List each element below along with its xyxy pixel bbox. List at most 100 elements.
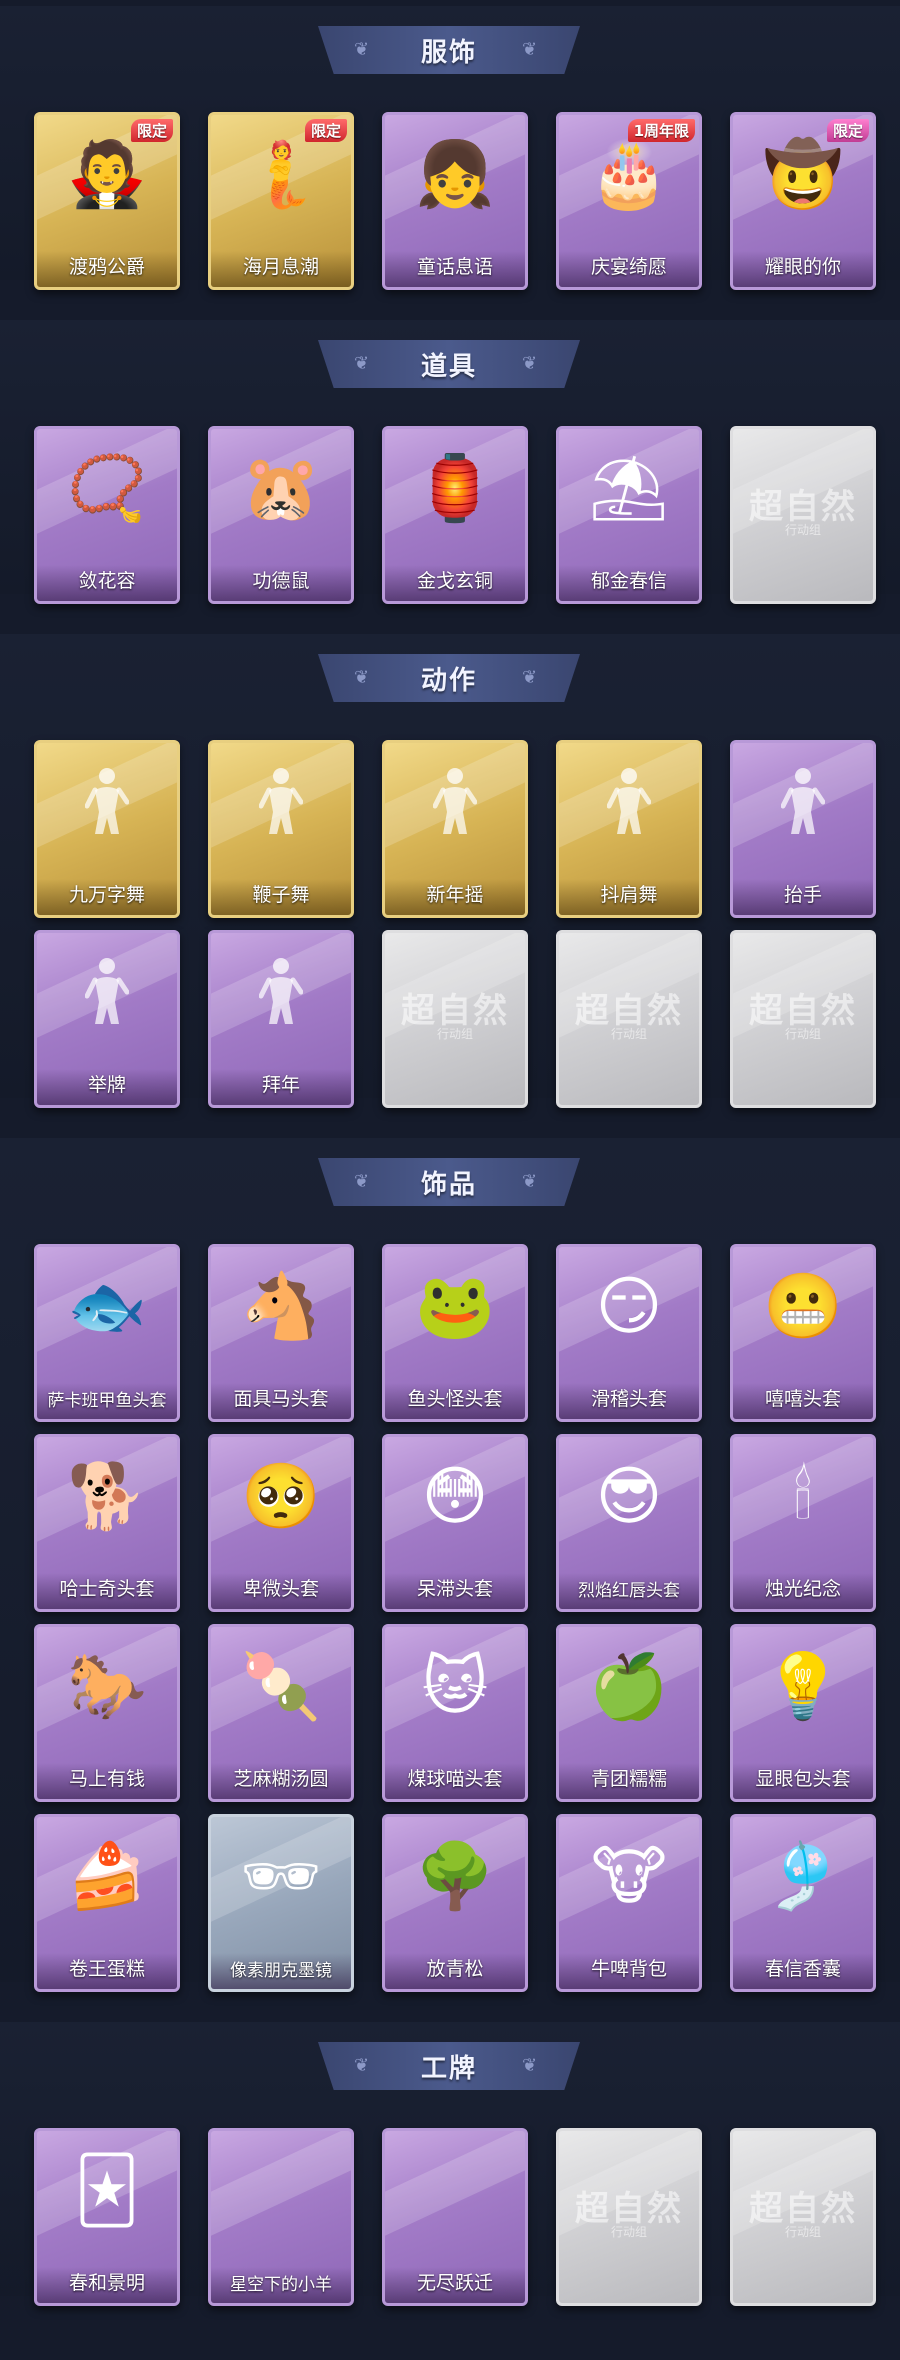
reward-card[interactable]: ⛱ 郁金春信 <box>556 426 702 604</box>
fish-mask-icon: 🐟 <box>67 1270 147 1344</box>
section-title: 饰品 <box>420 1169 477 1200</box>
crowned-bulb-icon: 💡 <box>763 1650 843 1724</box>
bronze-lantern-icon: 🏮 <box>415 452 495 526</box>
watermark-subtitle: 行动组 <box>436 1027 473 1041</box>
reward-card[interactable]: 🍰 卷王蛋糕 <box>34 1814 180 1992</box>
card-label: 放青松 <box>426 1958 484 1980</box>
reward-card[interactable]: 🍡 芝麻糊汤圆 <box>208 1624 354 1802</box>
section-banner: ❦ 服饰 ❦ <box>318 26 580 74</box>
cow-backpack-icon: 🐮 <box>591 1840 667 1914</box>
swirl-ornament-icon: ❦ <box>522 2055 538 2076</box>
watermark-subtitle: 行动组 <box>784 2225 821 2239</box>
section-banner: ❦ 饰品 ❦ <box>318 1158 580 1206</box>
reward-card[interactable]: 举牌 <box>34 930 180 1108</box>
section-title: 动作 <box>420 665 477 696</box>
reward-card[interactable]: 🍏 青团糯糯 <box>556 1624 702 1802</box>
reward-card[interactable]: 🕶 像素朋克墨镜 <box>208 1814 354 1992</box>
reward-card[interactable]: 无尽跃迁 <box>382 2128 528 2306</box>
red-horse-icon: 🐎 <box>67 1650 147 1724</box>
reward-card[interactable]: 🎂 1周年限 庆宴绮愿 <box>556 112 702 290</box>
card-label: 萨卡班甲鱼头套 <box>47 1391 167 1411</box>
reward-card[interactable]: 拜年 <box>208 930 354 1108</box>
swirl-ornament-icon: ❦ <box>354 1171 370 1192</box>
reward-card[interactable]: 超自然 行动组 <box>556 930 702 1108</box>
bonsai-icon: 🌳 <box>415 1840 495 1914</box>
reward-card[interactable]: 超自然 行动组 <box>730 930 876 1108</box>
horse-mask-icon: 🐴 <box>241 1270 321 1344</box>
section-banner: ❦ 道具 ❦ <box>318 340 580 388</box>
reward-card[interactable]: 超自然 行动组 <box>730 426 876 604</box>
card-label: 卑微头套 <box>242 1578 319 1600</box>
cowgirl-portrait-icon: 🤠 <box>763 138 843 212</box>
dazed-face-icon: 😳 <box>421 1460 489 1534</box>
roll-cake-icon: 🍰 <box>67 1840 147 1914</box>
swirl-ornament-icon: ❦ <box>354 353 370 374</box>
reward-card[interactable]: 🎐 春信香囊 <box>730 1814 876 1992</box>
section-title: 服饰 <box>420 37 477 68</box>
reward-card[interactable]: 😏 滑稽头套 <box>556 1244 702 1422</box>
limited-badge: 限定 <box>304 119 347 142</box>
swirl-ornament-icon: ❦ <box>354 667 370 688</box>
mermaid-portrait-icon: 🧜 <box>241 138 321 212</box>
card-label: 青团糯糯 <box>590 1768 667 1790</box>
raise-hand-pose-icon <box>780 766 826 836</box>
section-banner: ❦ 工牌 ❦ <box>318 2042 580 2090</box>
reward-card[interactable]: 鞭子舞 <box>208 740 354 918</box>
reward-card[interactable]: 抬手 <box>730 740 876 918</box>
reward-card[interactable]: 🐹 功德鼠 <box>208 426 354 604</box>
reward-card[interactable]: 🧛 限定 渡鸦公爵 <box>34 112 180 290</box>
reward-card[interactable]: 🐟 萨卡班甲鱼头套 <box>34 1244 180 1422</box>
card-label: 童话息语 <box>416 256 493 278</box>
reward-card[interactable]: 星空下的小羊 <box>208 2128 354 2306</box>
reward-card[interactable]: 超自然 行动组 <box>556 2128 702 2306</box>
reward-card[interactable]: 九万字舞 <box>34 740 180 918</box>
reward-card[interactable]: 🐮 牛啤背包 <box>556 1814 702 1992</box>
reward-card[interactable]: 🥺 卑微头套 <box>208 1434 354 1612</box>
reward-card[interactable]: 🤠 限定 耀眼的你 <box>730 112 876 290</box>
candle-icon: 🕯 <box>793 1460 813 1534</box>
reward-card[interactable]: 🐴 面具马头套 <box>208 1244 354 1422</box>
card-shine <box>385 2131 525 2242</box>
reward-card[interactable]: 😎 烈焰红唇头套 <box>556 1434 702 1612</box>
gold-card-icon: 🃏 <box>74 2154 140 2228</box>
reward-card[interactable]: 🐱 煤球喵头套 <box>382 1624 528 1802</box>
swirl-ornament-icon: ❦ <box>522 353 538 374</box>
card-label: 烈焰红唇头套 <box>578 1581 680 1601</box>
fairytale-girl-icon: 👧 <box>415 138 495 212</box>
card-label: 耀眼的你 <box>764 256 841 278</box>
card-label: 牛啤背包 <box>590 1958 667 1980</box>
reward-card[interactable]: 🧜 限定海月息潮 <box>208 112 354 290</box>
reward-card[interactable]: 💡 显眼包头套 <box>730 1624 876 1802</box>
reward-card[interactable]: 抖肩舞 <box>556 740 702 918</box>
section-title: 道具 <box>420 351 477 382</box>
grin-face-icon: 😬 <box>763 1270 843 1344</box>
reward-card[interactable]: 🕯 烛光纪念 <box>730 1434 876 1612</box>
reward-card[interactable]: 🃏 春和景明 <box>34 2128 180 2306</box>
swirl-ornament-icon: ❦ <box>522 39 538 60</box>
reward-card[interactable]: 🐸 鱼头怪头套 <box>382 1244 528 1422</box>
reward-card[interactable]: 😳 呆滞头套 <box>382 1434 528 1612</box>
reward-card[interactable]: 👧 童话息语 <box>382 112 528 290</box>
card-label: 海月息潮 <box>242 256 319 278</box>
reward-card[interactable]: 新年摇 <box>382 740 528 918</box>
reward-card[interactable]: 🏮 金戈玄铜 <box>382 426 528 604</box>
swirl-ornament-icon: ❦ <box>354 39 370 60</box>
dance-pose-icon <box>84 766 130 836</box>
card-label: 渡鸦公爵 <box>68 256 145 278</box>
reward-card[interactable]: 🐕 哈士奇头套 <box>34 1434 180 1612</box>
reward-card[interactable]: 📿 敛花容 <box>34 426 180 604</box>
reward-card[interactable]: 超自然 行动组 <box>382 930 528 1108</box>
reward-card[interactable]: 超自然 行动组 <box>730 2128 876 2306</box>
reward-card[interactable]: 🐎 马上有钱 <box>34 1624 180 1802</box>
dance-pose-icon <box>606 766 652 836</box>
card-label: 哈士奇头套 <box>59 1578 155 1600</box>
reward-card[interactable]: 😬 嘻嘻头套 <box>730 1244 876 1422</box>
merit-mouse-icon: 🐹 <box>241 452 321 526</box>
card-label: 像素朋克墨镜 <box>230 1961 332 1981</box>
card-label: 马上有钱 <box>68 1768 145 1790</box>
card-label: 嘻嘻头套 <box>764 1388 841 1410</box>
reward-card[interactable]: 🌳 放青松 <box>382 1814 528 1992</box>
card-label: 烛光纪念 <box>764 1578 841 1600</box>
card-label: 功德鼠 <box>252 570 310 592</box>
cat-mask-icon: 🐱 <box>421 1650 489 1724</box>
